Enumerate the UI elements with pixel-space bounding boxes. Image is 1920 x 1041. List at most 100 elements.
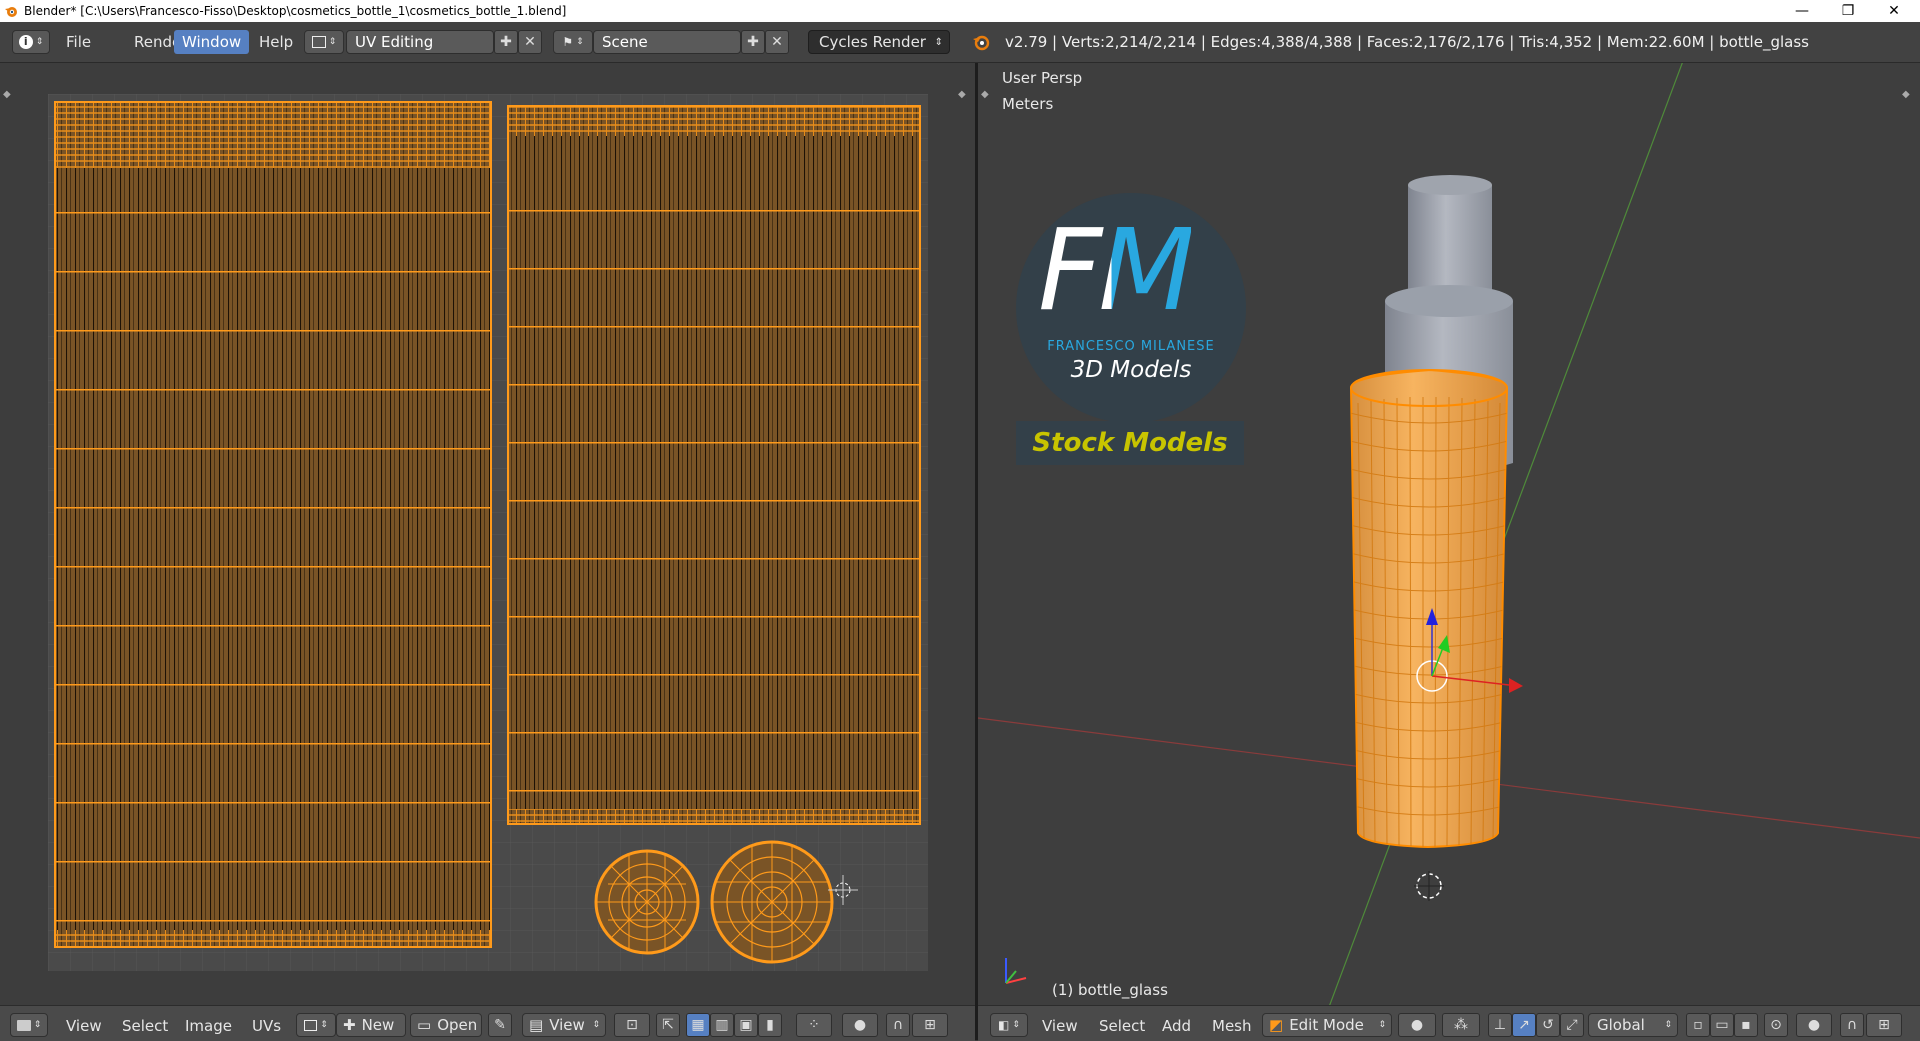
snap-element-icon: ⊞ xyxy=(1878,1017,1890,1033)
uv-menu-view[interactable]: View xyxy=(66,1015,102,1037)
layout-icon xyxy=(311,36,326,48)
uv-layout[interactable] xyxy=(48,94,928,971)
restore-button[interactable]: ❐ xyxy=(1826,0,1870,22)
updown-icon: ⇕ xyxy=(320,1020,328,1030)
solid-shading-icon: ● xyxy=(1410,1017,1424,1033)
menu-file[interactable]: File xyxy=(58,30,99,54)
menu-window[interactable]: Window xyxy=(174,30,250,54)
interaction-mode-select[interactable]: ◩ Edit Mode ⇕ xyxy=(1262,1013,1392,1037)
edge-select-mode-button[interactable]: ▭ xyxy=(1710,1013,1734,1037)
menu-help[interactable]: Help xyxy=(251,30,301,54)
proportional-edit-button[interactable]: ● xyxy=(842,1013,878,1037)
watermark-logo: FM FRANCESCO MILANESE 3D Models xyxy=(1016,193,1246,423)
uv-menu-uvs[interactable]: UVs xyxy=(252,1015,281,1037)
snap-toggle-button[interactable]: ∩ xyxy=(886,1013,910,1037)
uv-island-cap[interactable] xyxy=(507,105,921,825)
properties-toggle-icon[interactable]: ◆ xyxy=(1902,89,1910,100)
3d-editor-type-button[interactable]: ◧ ⇕ xyxy=(990,1013,1028,1037)
uv-island-bottom-disc[interactable] xyxy=(594,849,700,955)
bottle-glass-mesh[interactable] xyxy=(1350,368,1508,849)
add-layout-button[interactable]: ✚ xyxy=(494,30,518,54)
uv-canvas[interactable] xyxy=(48,94,928,971)
sync-selection-button[interactable]: ⇱ xyxy=(656,1013,680,1037)
toolshelf-toggle-icon[interactable]: ◆ xyxy=(981,89,989,100)
face-select-icon: ▪ xyxy=(1741,1017,1751,1033)
browse-image-button[interactable]: ⇕ xyxy=(296,1013,336,1037)
updown-icon: ⇕ xyxy=(1012,1020,1020,1030)
cursor-select-icon: ⇱ xyxy=(662,1017,674,1033)
pin-image-button[interactable]: ✎ xyxy=(488,1013,512,1037)
snap-element-button[interactable]: ⊞ xyxy=(912,1013,948,1037)
logo-author: FRANCESCO MILANESE xyxy=(1047,339,1215,354)
minimize-button[interactable]: — xyxy=(1780,0,1824,22)
minimize-icon: — xyxy=(1795,3,1809,19)
editor-type-info-button[interactable]: i ⇕ xyxy=(12,30,50,54)
editor-mode-select[interactable]: ▤ View ⇕ xyxy=(522,1013,606,1037)
scene-field[interactable]: Scene xyxy=(593,30,741,54)
face-select-button[interactable]: ▣ xyxy=(734,1013,758,1037)
3d-menu-add[interactable]: Add xyxy=(1162,1015,1191,1037)
pin-icon: ✎ xyxy=(494,1017,506,1033)
scene-selector[interactable]: ⚑ ⇕ xyxy=(553,30,593,54)
plus-icon: ✚ xyxy=(343,1016,356,1034)
rotate-manipulator-button[interactable]: ↺ xyxy=(1536,1013,1560,1037)
screen-layout-selector[interactable]: ⇕ xyxy=(304,30,344,54)
translate-manipulator-button[interactable]: ↗ xyxy=(1512,1013,1536,1037)
image-editor-icon xyxy=(16,1019,31,1031)
proportional-edit-3d-button[interactable]: ● xyxy=(1796,1013,1832,1037)
close-window-button[interactable]: ✕ xyxy=(1872,0,1916,22)
face-select-icon: ▣ xyxy=(739,1017,753,1033)
updown-icon: ⇕ xyxy=(35,37,44,47)
edge-select-button[interactable]: ▥ xyxy=(710,1013,734,1037)
vertex-select-button[interactable]: ▦ xyxy=(686,1013,710,1037)
units-label: Meters xyxy=(1002,95,1054,113)
transform-orientation-select[interactable]: Global ⇕ xyxy=(1588,1013,1678,1037)
properties-toggle-icon[interactable]: ◆ xyxy=(958,89,966,100)
remove-scene-button[interactable]: ✕ xyxy=(765,30,789,54)
pivot-point-button[interactable]: ⊡ xyxy=(614,1013,650,1037)
uv-island-body[interactable] xyxy=(54,101,492,948)
limit-selection-icon: ⊙ xyxy=(1770,1017,1782,1033)
3d-menu-mesh[interactable]: Mesh xyxy=(1212,1015,1252,1037)
3d-menu-view[interactable]: View xyxy=(1042,1015,1078,1037)
scene-icon: ⚑ xyxy=(562,35,574,49)
uv-editor-type-button[interactable]: ⇕ xyxy=(10,1013,48,1037)
x-icon: ✕ xyxy=(771,34,783,50)
island-select-button[interactable]: ▮ xyxy=(758,1013,782,1037)
3d-cursor-icon[interactable] xyxy=(1414,871,1444,901)
manipulator-toggle-button[interactable]: ⊥ xyxy=(1488,1013,1512,1037)
rotate-icon: ↺ xyxy=(1542,1017,1554,1033)
scale-manipulator-button[interactable]: ⤢ xyxy=(1560,1013,1584,1037)
3d-menu-select[interactable]: Select xyxy=(1099,1015,1145,1037)
active-object-label: (1) bottle_glass xyxy=(1052,981,1168,999)
new-image-button[interactable]: ✚ New xyxy=(336,1013,406,1037)
3d-viewport[interactable]: ◆ ◆ User Persp Meters (1) bottle_glass F… xyxy=(978,63,1920,1005)
remove-layout-button[interactable]: ✕ xyxy=(518,30,542,54)
pivot-center-button[interactable]: ⁂ xyxy=(1442,1013,1480,1037)
uv-island-top-disc[interactable] xyxy=(710,840,834,964)
toolshelf-toggle-icon[interactable]: ◆ xyxy=(3,89,11,100)
add-scene-button[interactable]: ✚ xyxy=(741,30,765,54)
render-engine-select[interactable]: Cycles Render ⇕ xyxy=(808,30,950,54)
open-image-button[interactable]: ▭ Open xyxy=(410,1013,482,1037)
sticky-mode-button[interactable]: ⁘ xyxy=(796,1013,832,1037)
snap-3d-button[interactable]: ∩ xyxy=(1840,1013,1864,1037)
snap-element-icon: ⊞ xyxy=(924,1017,936,1033)
face-select-mode-button[interactable]: ▪ xyxy=(1734,1013,1758,1037)
blender-logo-icon xyxy=(5,7,17,17)
uv-image-editor[interactable]: ◆ ◆ xyxy=(0,63,975,1005)
cube-icon: ◧ xyxy=(998,1018,1010,1032)
image-browse-icon xyxy=(304,1019,318,1031)
snap-element-3d-button[interactable]: ⊞ xyxy=(1866,1013,1902,1037)
island-select-icon: ▮ xyxy=(766,1017,774,1033)
edge-select-icon: ▭ xyxy=(1715,1017,1729,1033)
limit-selection-button[interactable]: ⊙ xyxy=(1764,1013,1788,1037)
screen-layout-field[interactable]: UV Editing xyxy=(346,30,494,54)
proportional-edit-icon: ● xyxy=(1807,1017,1821,1033)
uv-menu-image[interactable]: Image xyxy=(185,1015,232,1037)
uv-menu-select[interactable]: Select xyxy=(122,1015,168,1037)
watermark-tag: Stock Models xyxy=(1016,421,1244,465)
view-name-label: User Persp xyxy=(1002,69,1083,87)
viewport-shading-button[interactable]: ● xyxy=(1398,1013,1436,1037)
vertex-select-mode-button[interactable]: ▫ xyxy=(1686,1013,1710,1037)
